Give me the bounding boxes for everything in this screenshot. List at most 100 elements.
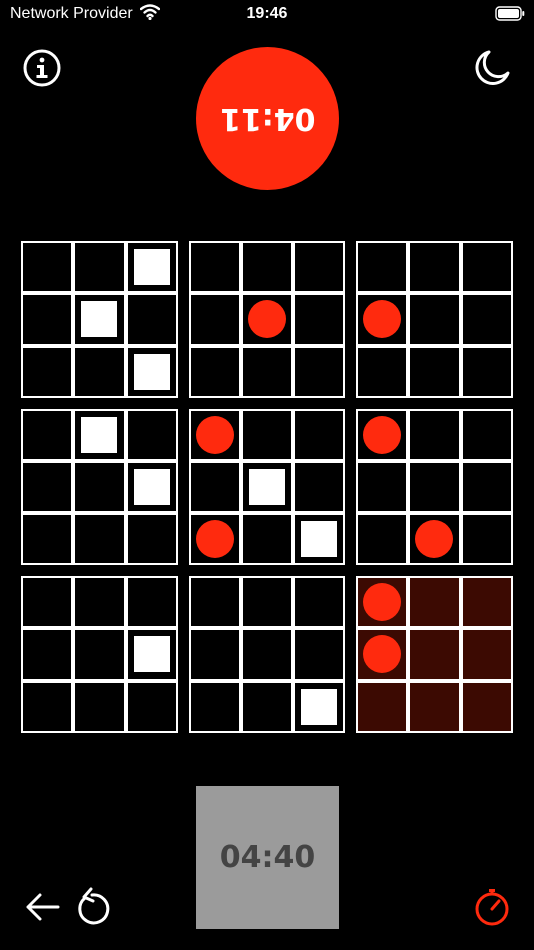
board-cell[interactable] <box>293 293 346 346</box>
player-timer[interactable]: 04:40 <box>196 786 339 929</box>
board-cell[interactable] <box>408 293 461 346</box>
board-cell[interactable] <box>240 293 294 346</box>
board-cell[interactable] <box>293 241 346 294</box>
board-cell[interactable] <box>293 345 346 398</box>
board-cell[interactable] <box>408 576 461 629</box>
board-cell[interactable] <box>125 576 178 629</box>
white-square-piece <box>301 688 338 725</box>
board-cell[interactable] <box>293 460 346 514</box>
board-cell[interactable] <box>240 576 294 629</box>
board-block-8 <box>188 576 346 733</box>
board-cell[interactable] <box>125 460 178 514</box>
board-cell[interactable] <box>356 408 409 461</box>
board-cell[interactable] <box>188 241 241 294</box>
board-cell[interactable] <box>240 241 294 294</box>
board-cell[interactable] <box>125 628 178 681</box>
board-cell[interactable] <box>356 241 409 294</box>
board-cell[interactable] <box>240 408 294 461</box>
board-cell[interactable] <box>21 513 74 566</box>
board-cell[interactable] <box>125 680 178 733</box>
moon-icon[interactable] <box>472 48 512 88</box>
board-cell[interactable] <box>125 241 178 294</box>
board-cell[interactable] <box>460 408 513 461</box>
board-cell[interactable] <box>21 628 74 681</box>
red-circle-piece <box>363 583 402 622</box>
board-cell[interactable] <box>21 460 74 514</box>
back-arrow-icon[interactable] <box>22 887 62 927</box>
board-cell[interactable] <box>21 408 74 461</box>
board-cell[interactable] <box>408 345 461 398</box>
board-cell[interactable] <box>188 680 241 733</box>
board-cell[interactable] <box>21 241 74 294</box>
white-square-piece <box>133 249 170 286</box>
white-square-piece <box>248 468 285 505</box>
board-cell[interactable] <box>240 460 294 514</box>
board-cell[interactable] <box>408 513 461 566</box>
board-cell[interactable] <box>293 628 346 681</box>
board-cell[interactable] <box>460 513 513 566</box>
battery-icon <box>495 6 525 21</box>
board-cell[interactable] <box>408 680 461 733</box>
board-cell[interactable] <box>460 576 513 629</box>
board-cell[interactable] <box>356 576 409 629</box>
board-cell[interactable] <box>73 460 126 514</box>
opponent-timer[interactable]: 04:11 <box>196 47 339 190</box>
board-cell[interactable] <box>240 513 294 566</box>
board-cell[interactable] <box>125 345 178 398</box>
stopwatch-icon[interactable] <box>472 887 512 927</box>
board-cell[interactable] <box>240 680 294 733</box>
board-block-4 <box>21 408 178 566</box>
board-cell[interactable] <box>73 408 126 461</box>
white-square-piece <box>133 468 170 505</box>
board-cell[interactable] <box>73 513 126 566</box>
board-cell[interactable] <box>356 293 409 346</box>
board-cell[interactable] <box>73 345 126 398</box>
board-cell[interactable] <box>293 408 346 461</box>
board-cell[interactable] <box>73 293 126 346</box>
board-cell[interactable] <box>408 460 461 514</box>
board-cell[interactable] <box>21 345 74 398</box>
info-icon[interactable] <box>22 48 62 88</box>
board-cell[interactable] <box>408 408 461 461</box>
board-cell[interactable] <box>356 460 409 514</box>
board-cell[interactable] <box>293 576 346 629</box>
board-cell[interactable] <box>188 628 241 681</box>
red-circle-piece <box>195 520 234 559</box>
board-cell[interactable] <box>460 628 513 681</box>
board-cell[interactable] <box>21 293 74 346</box>
board-cell[interactable] <box>356 513 409 566</box>
board-cell[interactable] <box>21 680 74 733</box>
red-circle-piece <box>195 415 234 454</box>
board-cell[interactable] <box>293 513 346 566</box>
board-cell[interactable] <box>73 241 126 294</box>
board-cell[interactable] <box>188 345 241 398</box>
undo-icon[interactable] <box>72 887 112 927</box>
status-time: 19:46 <box>246 5 288 22</box>
board-cell[interactable] <box>460 241 513 294</box>
board-cell[interactable] <box>188 576 241 629</box>
board-cell[interactable] <box>240 345 294 398</box>
board-cell[interactable] <box>293 680 346 733</box>
board-cell[interactable] <box>73 680 126 733</box>
board-cell[interactable] <box>356 680 409 733</box>
board-cell[interactable] <box>408 628 461 681</box>
board-cell[interactable] <box>356 628 409 681</box>
board-cell[interactable] <box>460 460 513 514</box>
board-cell[interactable] <box>240 628 294 681</box>
board-cell[interactable] <box>188 513 241 566</box>
board-cell[interactable] <box>21 576 74 629</box>
board-cell[interactable] <box>188 293 241 346</box>
board-cell[interactable] <box>460 680 513 733</box>
board-block-3 <box>356 241 513 398</box>
board-cell[interactable] <box>188 460 241 514</box>
board-cell[interactable] <box>408 241 461 294</box>
board-cell[interactable] <box>356 345 409 398</box>
board-cell[interactable] <box>73 576 126 629</box>
board-cell[interactable] <box>125 293 178 346</box>
board-cell[interactable] <box>73 628 126 681</box>
board-cell[interactable] <box>188 408 241 461</box>
board-cell[interactable] <box>460 293 513 346</box>
board-cell[interactable] <box>460 345 513 398</box>
board-cell[interactable] <box>125 408 178 461</box>
board-cell[interactable] <box>125 513 178 566</box>
